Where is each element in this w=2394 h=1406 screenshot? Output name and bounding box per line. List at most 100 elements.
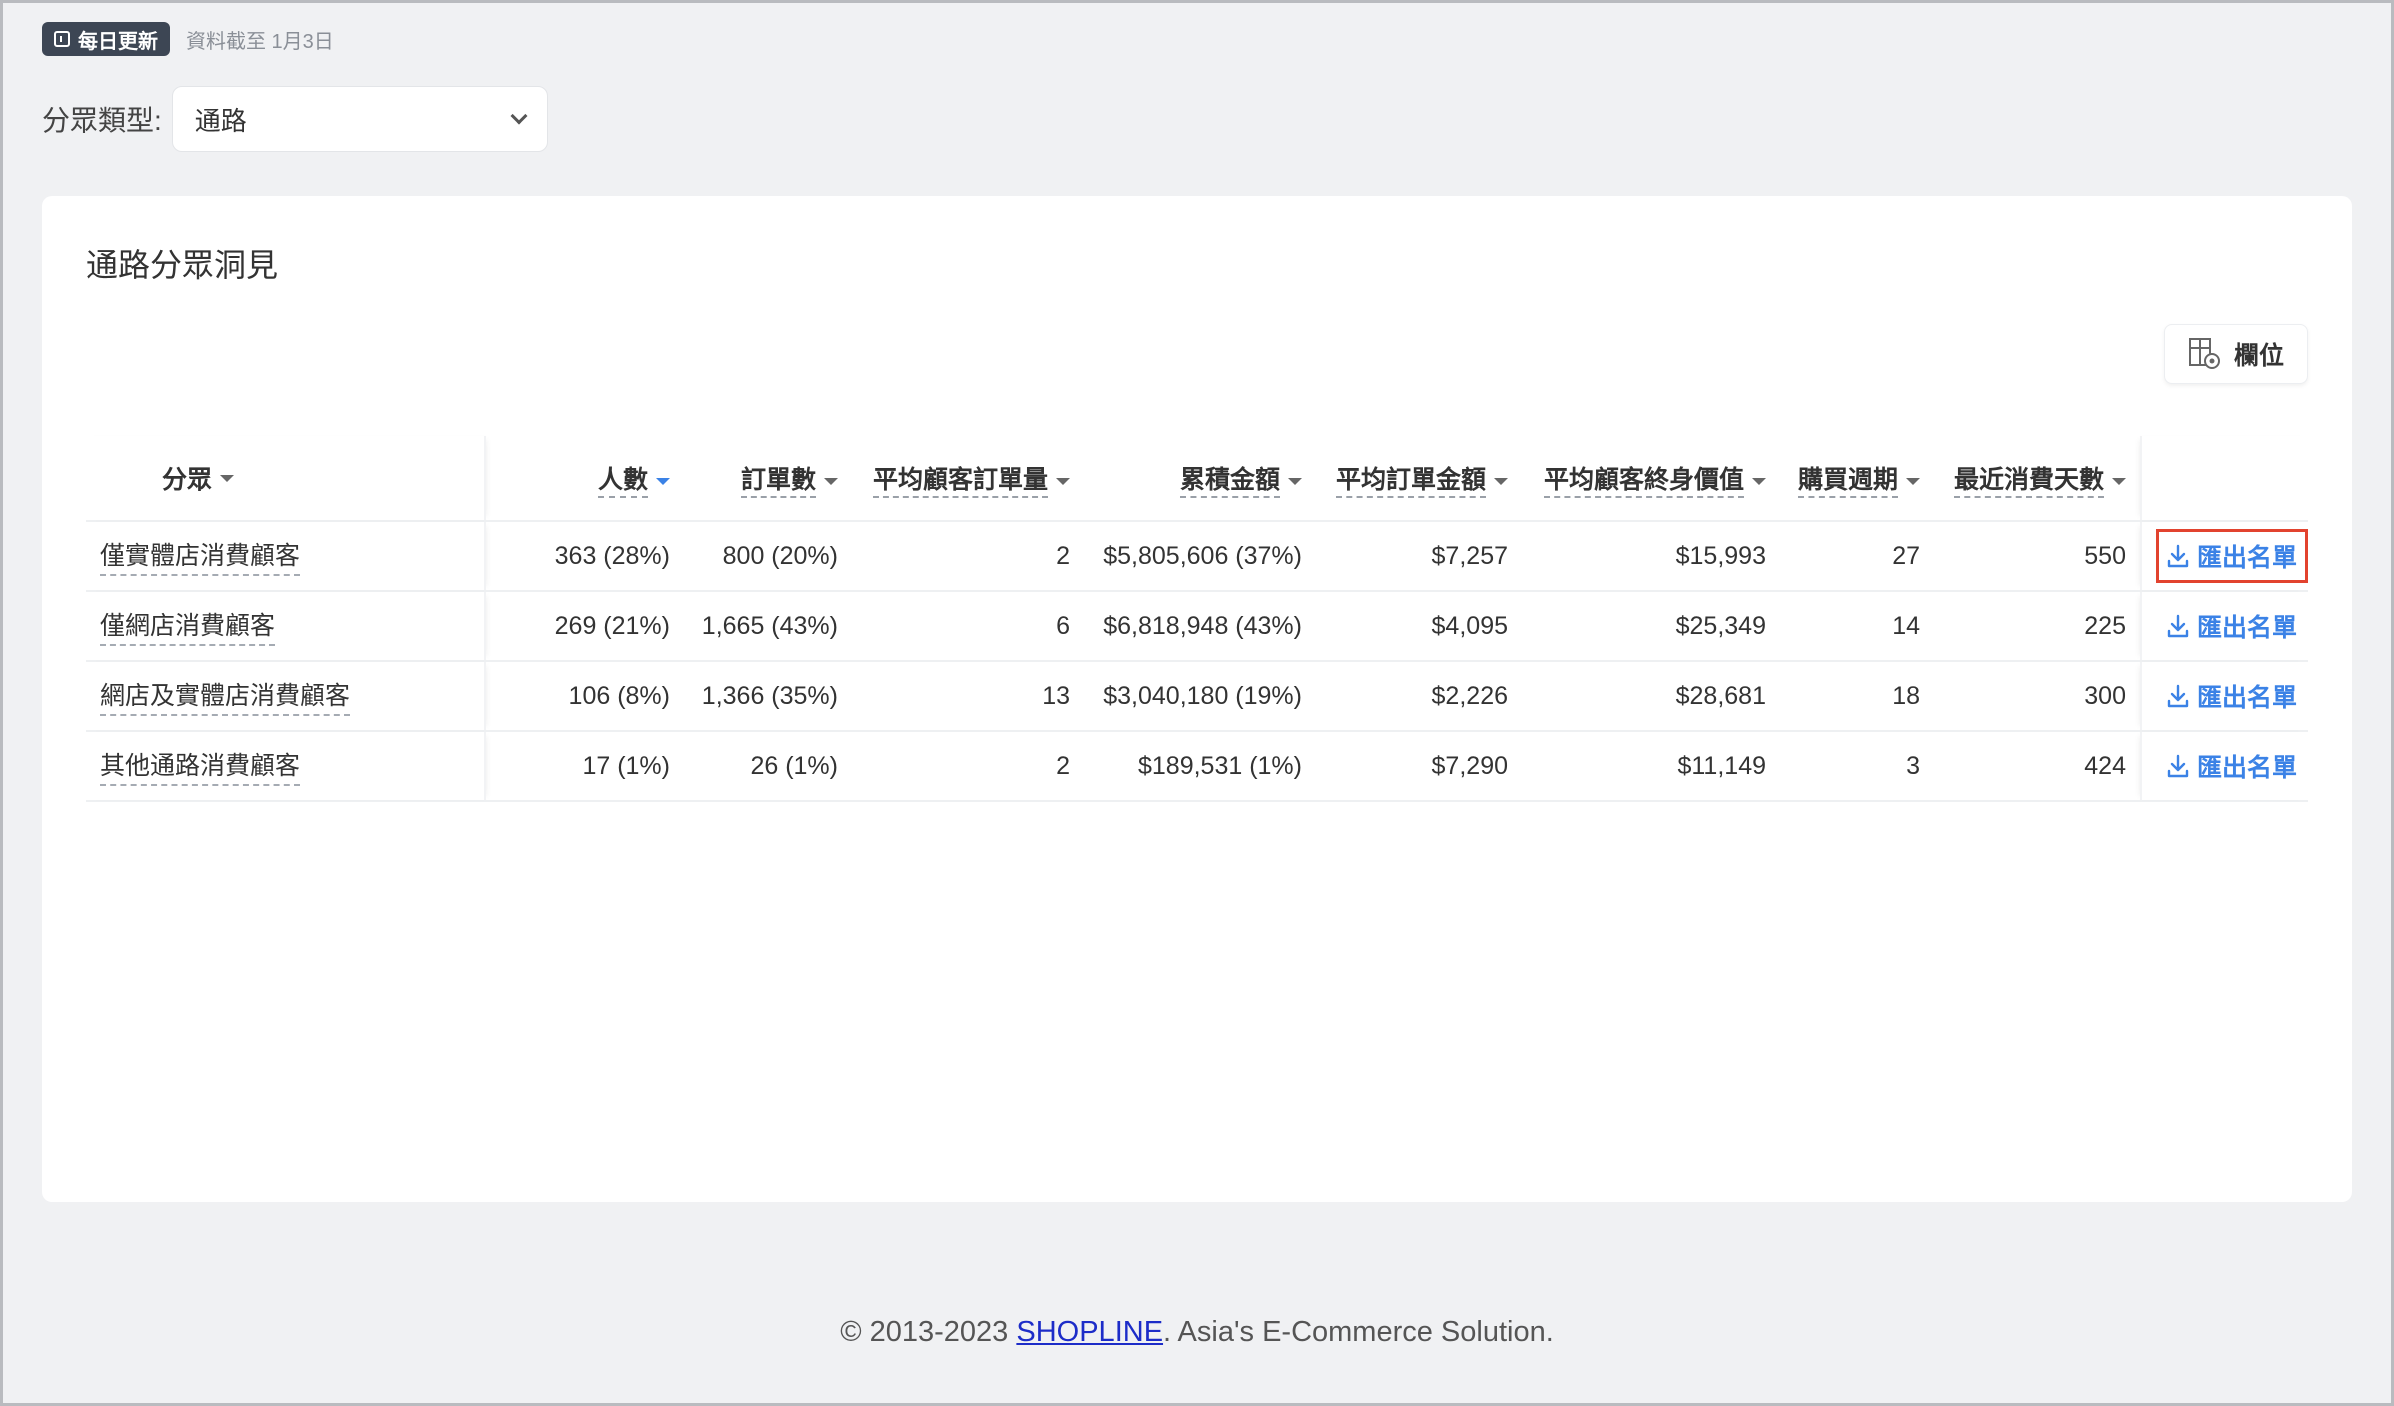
segment-name[interactable]: 其他通路消費顧客 bbox=[100, 746, 301, 786]
cell-actions: 匯出名單 bbox=[2140, 732, 2308, 800]
table-row: 僅網店消費顧客 269 (21%) 1,665 (43%) 6 $6,818,948 (… bbox=[86, 592, 2308, 662]
header-last-purchase-days[interactable]: 最近消費天數 bbox=[1934, 460, 2140, 498]
header-people[interactable]: 人數 bbox=[486, 460, 684, 498]
cell-total-amount: $6,818,948 (43%) bbox=[1103, 611, 1302, 640]
cell-avg-orders: 13 bbox=[1042, 681, 1070, 710]
cell-people: 106 (8%) bbox=[568, 681, 670, 710]
cell-avg-order-amount: $7,290 bbox=[1431, 751, 1508, 780]
table-row: 其他通路消費顧客 17 (1%) 26 (1%) 2 $189,531 (1%) $7,2… bbox=[86, 732, 2308, 802]
chevron-down-icon bbox=[510, 107, 528, 125]
cell-avg-ltv: $28,681 bbox=[1675, 681, 1766, 710]
export-list-button[interactable]: 匯出名單 bbox=[2156, 669, 2308, 723]
cell-purchase-cycle: 27 bbox=[1892, 541, 1920, 570]
cell-last-purchase-days: 550 bbox=[2084, 541, 2126, 570]
cell-avg-order-amount: $4,095 bbox=[1431, 611, 1508, 640]
cell-total-amount: $189,531 (1%) bbox=[1137, 751, 1302, 780]
cell-avg-orders: 6 bbox=[1056, 611, 1070, 640]
cell-segment: 僅網店消費顧客 bbox=[86, 592, 486, 660]
cell-orders: 1,366 (35%) bbox=[701, 681, 838, 710]
export-list-button[interactable]: 匯出名單 bbox=[2156, 739, 2308, 793]
cell-actions: 匯出名單 bbox=[2140, 662, 2308, 730]
header-avg-order-amount[interactable]: 平均訂單金額 bbox=[1316, 460, 1522, 498]
sort-icon bbox=[1494, 477, 1508, 485]
sort-icon bbox=[1752, 477, 1766, 485]
cell-total-amount: $5,805,606 (37%) bbox=[1103, 541, 1302, 570]
columns-button[interactable]: 欄位 bbox=[2164, 324, 2308, 384]
sort-icon bbox=[824, 477, 838, 485]
sort-icon bbox=[2112, 477, 2126, 485]
header-actions bbox=[2140, 436, 2308, 520]
cell-people: 363 (28%) bbox=[554, 541, 670, 570]
cell-segment: 僅實體店消費顧客 bbox=[86, 522, 486, 590]
shopline-link[interactable]: SHOPLINE bbox=[1016, 1316, 1163, 1348]
segment-name[interactable]: 僅實體店消費顧客 bbox=[100, 536, 301, 576]
cell-avg-orders: 2 bbox=[1056, 751, 1070, 780]
sort-icon bbox=[1906, 477, 1920, 485]
sort-icon bbox=[1056, 477, 1070, 485]
download-icon bbox=[2167, 614, 2189, 638]
cell-last-purchase-days: 300 bbox=[2084, 681, 2126, 710]
cell-segment: 其他通路消費顧客 bbox=[86, 732, 486, 800]
header-orders[interactable]: 訂單數 bbox=[684, 460, 852, 498]
segment-table: 分眾 人數 訂單數 平均顧客訂單量 累積金額 平均訂單金額 平均顧客終身價值 購… bbox=[86, 436, 2309, 802]
daily-update-badge: 每日更新 bbox=[42, 22, 170, 56]
header-purchase-cycle[interactable]: 購買週期 bbox=[1780, 460, 1934, 498]
header-avg-orders[interactable]: 平均顧客訂單量 bbox=[852, 460, 1084, 498]
segment-name[interactable]: 僅網店消費顧客 bbox=[100, 606, 276, 646]
table-header-row: 分眾 人數 訂單數 平均顧客訂單量 累積金額 平均訂單金額 平均顧客終身價值 購… bbox=[86, 436, 2308, 522]
footer-suffix: . Asia's E-Commerce Solution. bbox=[1163, 1316, 1554, 1348]
segment-type-value: 通路 bbox=[194, 105, 247, 136]
sort-icon bbox=[1288, 477, 1302, 485]
download-icon bbox=[2167, 684, 2189, 708]
header-total-amount[interactable]: 累積金額 bbox=[1084, 460, 1316, 498]
cell-last-purchase-days: 225 bbox=[2084, 611, 2126, 640]
cell-last-purchase-days: 424 bbox=[2084, 751, 2126, 780]
insight-card: 通路分眾洞見 欄位 分眾 人數 訂單數 平均顧客訂單量 累積金額 平均訂單金額 … bbox=[42, 196, 2352, 1202]
table-row: 僅實體店消費顧客 363 (28%) 800 (20%) 2 $5,805,606 (3… bbox=[86, 522, 2309, 592]
segment-type-label: 分眾類型: bbox=[42, 105, 162, 136]
cell-orders: 1,665 (43%) bbox=[701, 611, 838, 640]
export-list-button[interactable]: 匯出名單 bbox=[2156, 529, 2309, 583]
cell-orders: 26 (1%) bbox=[750, 751, 838, 780]
cell-avg-order-amount: $2,226 bbox=[1431, 681, 1508, 710]
column-settings-icon bbox=[2188, 337, 2222, 371]
calendar-icon bbox=[54, 31, 70, 47]
cell-avg-ltv: $11,149 bbox=[1677, 751, 1766, 780]
footer-prefix: © 2013-2023 bbox=[840, 1316, 1017, 1348]
segment-name[interactable]: 網店及實體店消費顧客 bbox=[100, 676, 351, 716]
cell-actions: 匯出名單 bbox=[2140, 592, 2308, 660]
cell-purchase-cycle: 14 bbox=[1892, 611, 1920, 640]
export-list-label: 匯出名單 bbox=[2197, 684, 2298, 712]
data-as-of-text: 資料截至 1月3日 bbox=[186, 30, 334, 53]
cell-purchase-cycle: 3 bbox=[1906, 751, 1920, 780]
cell-people: 17 (1%) bbox=[582, 751, 670, 780]
download-icon bbox=[2167, 544, 2189, 568]
badge-label: 每日更新 bbox=[78, 30, 158, 53]
cell-avg-orders: 2 bbox=[1056, 541, 1070, 570]
update-info: 每日更新 資料截至 1月3日 bbox=[42, 22, 334, 56]
export-list-label: 匯出名單 bbox=[2197, 754, 2298, 782]
cell-avg-ltv: $15,993 bbox=[1675, 541, 1766, 570]
segment-type-select[interactable]: 通路 bbox=[171, 86, 548, 152]
columns-button-label: 欄位 bbox=[2233, 342, 2284, 370]
cell-orders: 800 (20%) bbox=[722, 541, 838, 570]
footer: © 2013-2023 SHOPLINE. Asia's E-Commerce … bbox=[0, 1316, 2394, 1349]
header-segment[interactable]: 分眾 bbox=[86, 436, 486, 520]
card-title: 通路分眾洞見 bbox=[86, 247, 279, 283]
segment-type-row: 分眾類型: 通路 bbox=[42, 86, 548, 152]
sort-active-icon bbox=[656, 477, 670, 485]
header-avg-ltv[interactable]: 平均顧客終身價值 bbox=[1522, 460, 1780, 498]
table-row: 網店及實體店消費顧客 106 (8%) 1,366 (35%) 13 $3,040,18… bbox=[86, 662, 2308, 732]
sort-icon bbox=[220, 474, 235, 482]
download-icon bbox=[2167, 754, 2189, 778]
export-list-button[interactable]: 匯出名單 bbox=[2156, 599, 2308, 653]
cell-people: 269 (21%) bbox=[554, 611, 670, 640]
cell-actions: 匯出名單 bbox=[2140, 522, 2309, 590]
export-list-label: 匯出名單 bbox=[2197, 614, 2298, 642]
cell-segment: 網店及實體店消費顧客 bbox=[86, 662, 486, 730]
cell-avg-ltv: $25,349 bbox=[1675, 611, 1766, 640]
export-list-label: 匯出名單 bbox=[2197, 544, 2298, 572]
cell-total-amount: $3,040,180 (19%) bbox=[1103, 681, 1302, 710]
cell-purchase-cycle: 18 bbox=[1892, 681, 1920, 710]
cell-avg-order-amount: $7,257 bbox=[1431, 541, 1508, 570]
